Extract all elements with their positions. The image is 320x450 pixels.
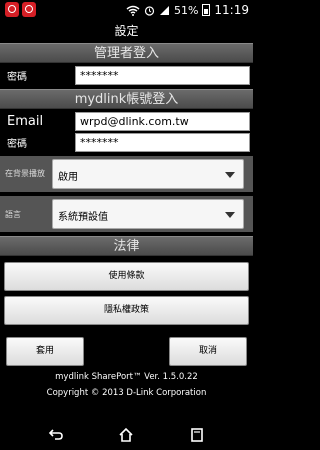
background-play-select[interactable]: 啟用 xyxy=(52,159,244,189)
mydlink-password-label: 密碼 xyxy=(7,139,27,150)
version-text: mydlink SharePort™ Ver. 1.5.0.22 xyxy=(55,372,198,382)
app-notification-icon xyxy=(22,2,36,17)
page-title: 設定 xyxy=(114,24,139,38)
wifi-icon xyxy=(126,5,140,16)
admin-password-field[interactable] xyxy=(75,66,250,85)
background-play-value: 啟用 xyxy=(58,172,78,183)
privacy-policy-button[interactable]: 隱私權政策 xyxy=(4,296,249,325)
email-field[interactable] xyxy=(75,112,250,131)
recent-apps-icon[interactable] xyxy=(188,426,206,444)
email-label: Email xyxy=(7,114,44,129)
mydlink-login-header: mydlink帳號登入 xyxy=(0,89,253,109)
admin-login-header: 管理者登入 xyxy=(0,43,253,63)
language-select[interactable]: 系統預設值 xyxy=(52,199,244,229)
navigation-bar xyxy=(0,420,253,450)
signal-icon xyxy=(159,5,169,15)
battery-icon xyxy=(202,4,211,16)
app-notification-icon xyxy=(5,2,19,17)
mydlink-password-field[interactable] xyxy=(75,133,250,152)
alarm-icon xyxy=(144,5,155,16)
copyright-text: Copyright © 2013 D-Link Corporation xyxy=(46,388,207,398)
clock: 11:19 xyxy=(214,3,249,17)
battery-percent: 51% xyxy=(173,3,199,17)
home-icon[interactable] xyxy=(117,426,135,444)
back-icon[interactable] xyxy=(47,426,65,444)
law-header: 法律 xyxy=(0,236,253,256)
cancel-button[interactable]: 取消 xyxy=(169,337,247,366)
terms-of-use-button[interactable]: 使用條款 xyxy=(4,262,249,291)
status-bar: 51% 11:19 xyxy=(0,0,253,20)
background-play-label: 在背景播放 xyxy=(5,169,45,178)
language-value: 系統預設值 xyxy=(58,212,108,223)
admin-password-label: 密碼 xyxy=(7,72,27,83)
chevron-down-icon xyxy=(225,212,235,218)
chevron-down-icon xyxy=(225,172,235,178)
language-label: 語言 xyxy=(5,210,21,219)
apply-button[interactable]: 套用 xyxy=(6,337,84,366)
status-indicators: 51% 11:19 xyxy=(126,1,249,19)
